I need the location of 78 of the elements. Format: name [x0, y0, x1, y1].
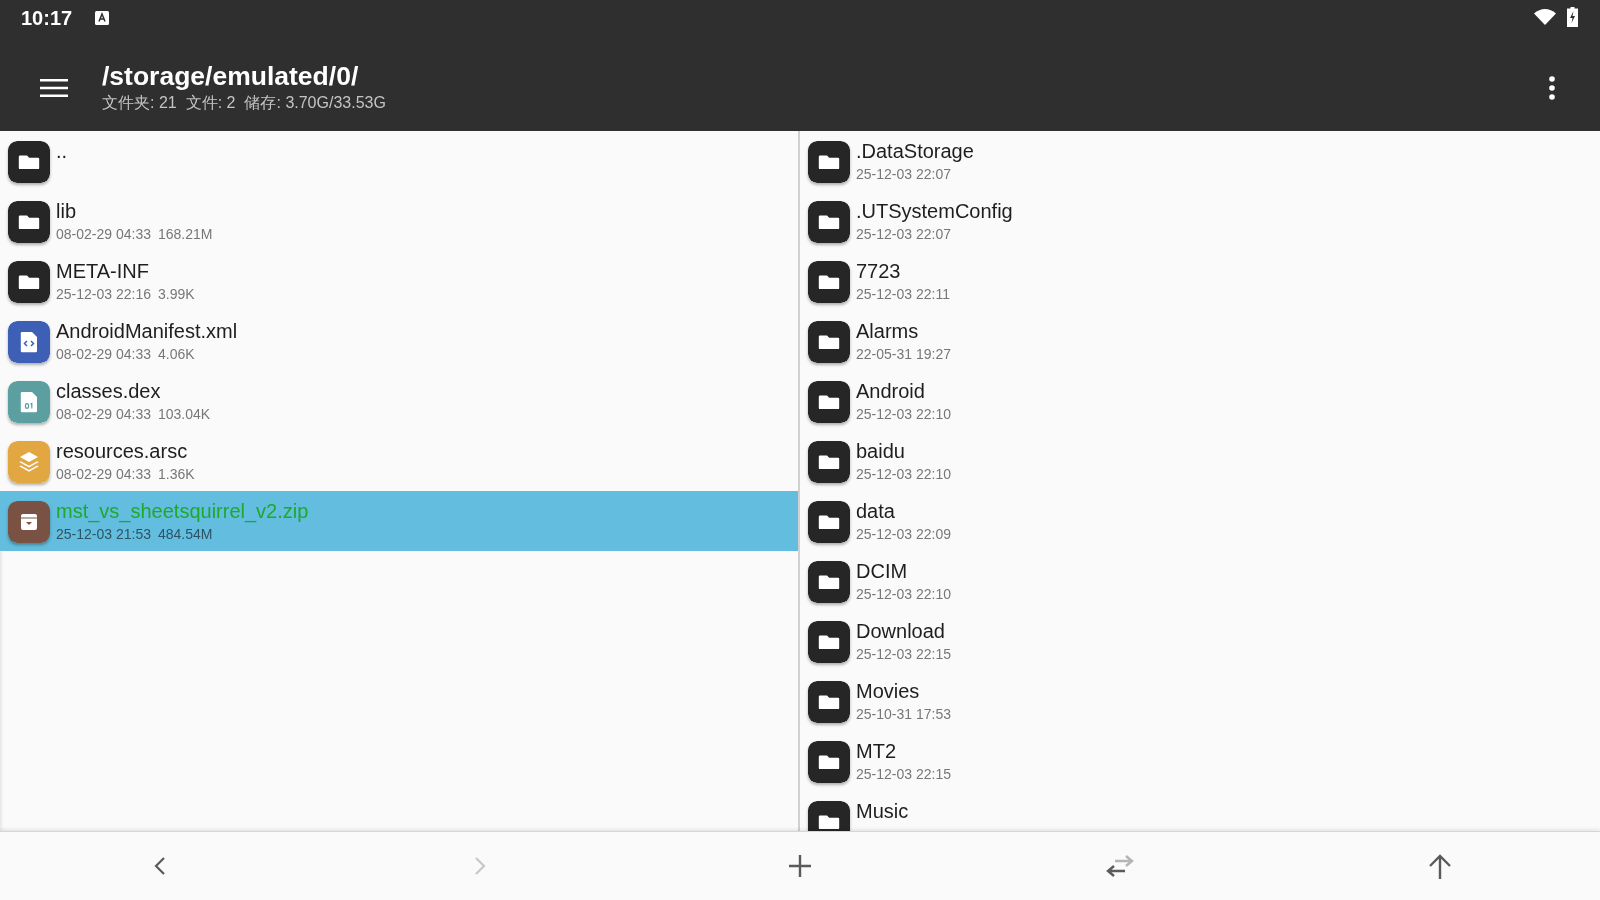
file-list-item[interactable]: .. — [0, 131, 798, 191]
file-size: 103.04K — [157, 405, 211, 423]
file-list-item[interactable]: resources.arsc 08-02-29 04:33 1.36K — [0, 431, 798, 491]
file-name: META-INF — [56, 259, 150, 284]
file-name: baidu — [856, 439, 906, 464]
file-name: Download — [856, 619, 946, 644]
folder-icon — [8, 201, 50, 243]
file-name: resources.arsc — [56, 439, 189, 464]
file-list-item[interactable]: AndroidManifest.xml 08-02-29 04:33 4.06K — [0, 311, 798, 371]
file-name: data — [856, 499, 896, 524]
modified-date: 25-12-03 22:15 — [856, 765, 951, 783]
file-name: MT2 — [856, 739, 897, 764]
code-file-icon — [8, 321, 50, 363]
archive-box-icon — [8, 501, 50, 543]
file-list-item[interactable]: mst_vs_sheetsquirrel_v2.zip 25-12-03 21:53 484.54M — [0, 491, 798, 551]
folder-icon — [808, 561, 850, 603]
folder-icon — [808, 201, 850, 243]
storage-stat: 文件夹: 21 — [102, 92, 177, 113]
layers-icon — [8, 441, 50, 483]
folder-icon — [8, 141, 50, 183]
battery-charging-icon — [1567, 7, 1578, 27]
folder-icon — [808, 261, 850, 303]
modified-date: 25-12-03 22:10 — [856, 405, 951, 423]
file-size: 3.99K — [157, 285, 195, 303]
file-list-item[interactable]: lib 08-02-29 04:33 168.21M — [0, 191, 798, 251]
modified-date: 25-12-03 22:09 — [856, 525, 951, 543]
menu-icon — [40, 79, 68, 97]
modified-date: 25-12-03 22:10 — [856, 585, 951, 603]
clock-time: 10:17 — [21, 6, 73, 30]
folder-icon — [808, 381, 850, 423]
file-name: .. — [56, 139, 68, 164]
file-name: Alarms — [856, 319, 920, 344]
file-name: mst_vs_sheetsquirrel_v2.zip — [56, 499, 309, 524]
modified-date: 08-02-29 04:33 — [56, 345, 151, 363]
modified-date: 25-12-03 22:10 — [856, 465, 951, 483]
file-list-item[interactable]: classes.dex 08-02-29 04:33 103.04K — [0, 371, 798, 431]
folder-icon — [808, 741, 850, 783]
folder-icon — [8, 261, 50, 303]
file-list-item[interactable]: META-INF 25-12-03 22:16 3.99K — [0, 251, 798, 311]
folder-icon — [808, 321, 850, 363]
file-name: 7723 — [856, 259, 902, 284]
file-list-item[interactable]: .DataStorage 25-12-03 22:07 — [800, 131, 1600, 191]
path-title: /storage/emulated/0/ — [102, 59, 360, 92]
file-name: DCIM — [856, 559, 909, 584]
more-vertical-icon — [1549, 76, 1555, 100]
file-name: .DataStorage — [856, 139, 974, 164]
modified-date: 25-12-03 22:11 — [856, 285, 950, 303]
file-size: 1.36K — [157, 465, 195, 483]
binary-file-icon — [8, 381, 50, 423]
file-size: 4.06K — [157, 345, 195, 363]
storage-stat: 文件: 2 — [185, 92, 236, 113]
file-name: .UTSystemConfig — [856, 199, 1013, 224]
modified-date: 08-02-29 04:33 — [56, 465, 151, 483]
modified-date: 22-05-31 19:27 — [856, 345, 951, 363]
modified-date: 25-10-31 17:53 — [856, 705, 951, 723]
modified-date: 25-12-03 22:16 — [56, 285, 151, 303]
file-size: 168.21M — [157, 225, 213, 243]
file-name: Music — [856, 799, 909, 824]
file-name: Android — [856, 379, 926, 404]
folder-icon — [808, 141, 850, 183]
modified-date: 08-02-29 04:33 — [56, 405, 151, 423]
file-name: lib — [56, 199, 77, 224]
file-name: classes.dex — [56, 379, 162, 404]
folder-icon — [808, 621, 850, 663]
folder-icon — [808, 441, 850, 483]
folder-icon — [808, 501, 850, 543]
wifi-icon — [1534, 9, 1556, 25]
folder-icon — [808, 681, 850, 723]
file-size: 484.54M — [157, 525, 213, 543]
modified-date: 25-12-03 22:07 — [856, 165, 951, 183]
modified-date: 25-12-03 22:07 — [856, 225, 951, 243]
modified-date: 25-12-03 22:15 — [856, 645, 951, 663]
storage-stat: 储存: 3.70G/33.53G — [244, 92, 386, 113]
modified-date: 25-12-03 21:53 — [56, 525, 151, 543]
letter-tile-icon — [95, 11, 110, 25]
file-name: Movies — [856, 679, 921, 704]
file-name: AndroidManifest.xml — [56, 319, 238, 344]
modified-date: 08-02-29 04:33 — [56, 225, 151, 243]
